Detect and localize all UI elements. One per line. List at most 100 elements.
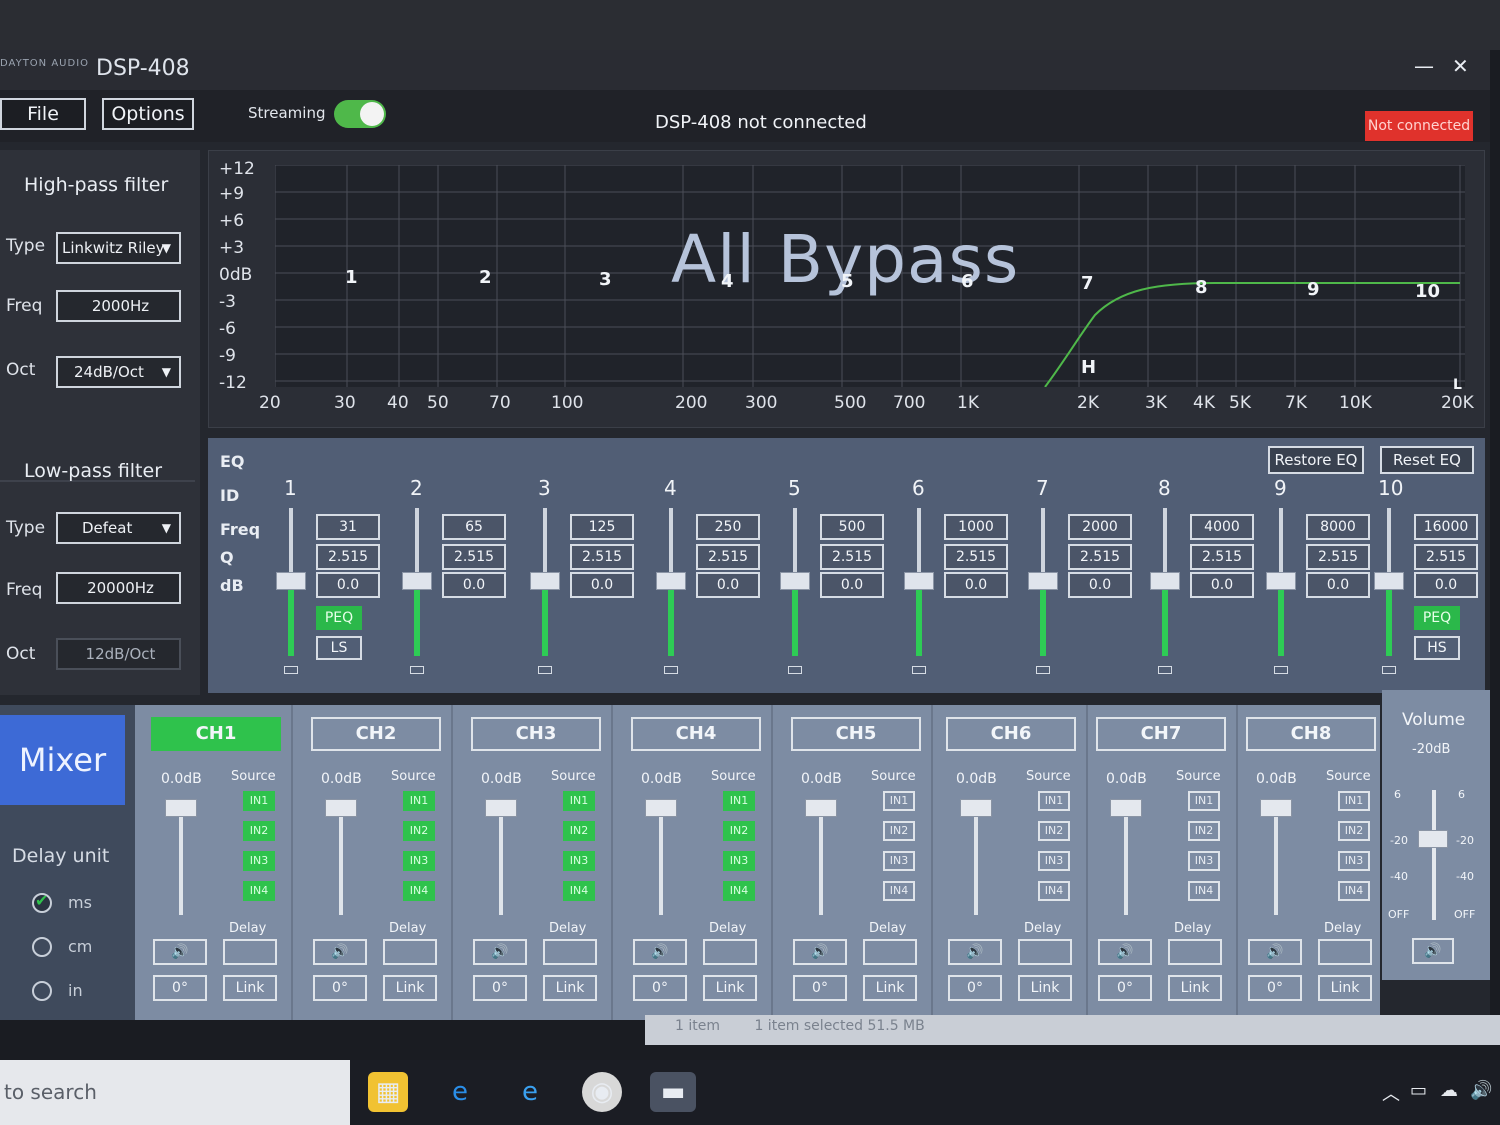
band-freq-input[interactable]: 31 <box>316 514 380 540</box>
source-in4-toggle[interactable]: IN4 <box>563 881 595 901</box>
band-gain-slider[interactable] <box>780 572 810 590</box>
volume-icon[interactable]: 🔊 <box>1470 1080 1492 1101</box>
band-freq-input[interactable]: 4000 <box>1190 514 1254 540</box>
band-marker[interactable]: 3 <box>599 269 612 290</box>
lowpass-marker[interactable]: L <box>1453 377 1462 393</box>
band-gain-slider[interactable] <box>530 572 560 590</box>
close-icon[interactable]: ✕ <box>1452 54 1469 78</box>
options-menu-button[interactable]: Options <box>102 98 194 130</box>
dsp-app-icon[interactable]: ▬ <box>650 1072 696 1112</box>
delay-input[interactable] <box>703 939 757 965</box>
source-in4-toggle[interactable]: IN4 <box>243 881 275 901</box>
phase-button[interactable]: 0° <box>633 975 687 1001</box>
band-marker[interactable]: 4 <box>721 271 734 292</box>
delay-input[interactable] <box>543 939 597 965</box>
source-in2-toggle[interactable]: IN2 <box>1188 821 1220 841</box>
source-in2-toggle[interactable]: IN2 <box>1038 821 1070 841</box>
source-in3-toggle[interactable]: IN3 <box>243 851 275 871</box>
band-q-input[interactable]: 2.515 <box>1414 544 1478 570</box>
band-marker[interactable]: 10 <box>1415 281 1440 302</box>
band-db-input[interactable]: 0.0 <box>1190 572 1254 598</box>
band-gain-slider[interactable] <box>656 572 686 590</box>
channel-select-button[interactable]: CH1 <box>151 717 281 751</box>
link-button[interactable]: Link <box>863 975 917 1001</box>
channel-select-button[interactable]: CH2 <box>311 717 441 751</box>
band-q-input[interactable]: 2.515 <box>696 544 760 570</box>
channel-gain-slider[interactable] <box>645 799 677 817</box>
channel-gain-slider[interactable] <box>1110 799 1142 817</box>
mute-button[interactable]: 🔊 <box>153 939 207 965</box>
mute-button[interactable]: 🔊 <box>313 939 367 965</box>
band-db-input[interactable]: 0.0 <box>1306 572 1370 598</box>
band-gain-slider[interactable] <box>1266 572 1296 590</box>
cloud-icon[interactable]: ☁ <box>1440 1080 1458 1101</box>
streaming-toggle[interactable] <box>334 100 386 128</box>
band-freq-input[interactable]: 8000 <box>1306 514 1370 540</box>
band-db-input[interactable]: 0.0 <box>1068 572 1132 598</box>
band-peq-button[interactable]: PEQ <box>316 606 362 630</box>
channel-gain-slider[interactable] <box>1260 799 1292 817</box>
delay-input[interactable] <box>1168 939 1222 965</box>
internet-explorer-icon[interactable]: e <box>510 1072 550 1112</box>
source-in1-toggle[interactable]: IN1 <box>403 791 435 811</box>
delay-input[interactable] <box>863 939 917 965</box>
link-button[interactable]: Link <box>1168 975 1222 1001</box>
chevron-up-icon[interactable]: ︿ <box>1382 1080 1400 1106</box>
source-in1-toggle[interactable]: IN1 <box>883 791 915 811</box>
band-q-input[interactable]: 2.515 <box>1068 544 1132 570</box>
band-freq-input[interactable]: 500 <box>820 514 884 540</box>
band-hs-button[interactable]: HS <box>1414 636 1460 660</box>
lowpass-freq-input[interactable]: 20000Hz <box>56 572 181 604</box>
channel-gain-slider[interactable] <box>485 799 517 817</box>
band-q-input[interactable]: 2.515 <box>944 544 1008 570</box>
phase-button[interactable]: 0° <box>313 975 367 1001</box>
mute-button[interactable]: 🔊 <box>1098 939 1152 965</box>
band-gain-slider[interactable] <box>904 572 934 590</box>
channel-gain-slider[interactable] <box>165 799 197 817</box>
band-gain-slider[interactable] <box>1374 572 1404 590</box>
band-gain-slider[interactable] <box>276 572 306 590</box>
source-in3-toggle[interactable]: IN3 <box>723 851 755 871</box>
source-in4-toggle[interactable]: IN4 <box>723 881 755 901</box>
band-freq-input[interactable]: 125 <box>570 514 634 540</box>
channel-select-button[interactable]: CH8 <box>1246 717 1376 751</box>
band-db-input[interactable]: 0.0 <box>820 572 884 598</box>
file-menu-button[interactable]: File <box>0 98 86 130</box>
source-in4-toggle[interactable]: IN4 <box>1188 881 1220 901</box>
source-in3-toggle[interactable]: IN3 <box>1338 851 1370 871</box>
band-gain-slider[interactable] <box>1028 572 1058 590</box>
reset-eq-button[interactable]: Reset EQ <box>1380 446 1474 474</box>
channel-gain-slider[interactable] <box>960 799 992 817</box>
source-in3-toggle[interactable]: IN3 <box>1188 851 1220 871</box>
band-db-input[interactable]: 0.0 <box>570 572 634 598</box>
source-in1-toggle[interactable]: IN1 <box>1338 791 1370 811</box>
source-in4-toggle[interactable]: IN4 <box>1338 881 1370 901</box>
source-in2-toggle[interactable]: IN2 <box>243 821 275 841</box>
mute-button[interactable]: 🔊 <box>1248 939 1302 965</box>
phase-button[interactable]: 0° <box>948 975 1002 1001</box>
delay-input[interactable] <box>223 939 277 965</box>
mute-button[interactable]: 🔊 <box>633 939 687 965</box>
band-gain-slider[interactable] <box>402 572 432 590</box>
channel-gain-slider[interactable] <box>805 799 837 817</box>
lowpass-type-select[interactable]: Defeat ▼ <box>56 512 181 544</box>
phase-button[interactable]: 0° <box>793 975 847 1001</box>
band-db-input[interactable]: 0.0 <box>1414 572 1478 598</box>
mute-button[interactable]: 🔊 <box>473 939 527 965</box>
band-marker[interactable]: 8 <box>1195 277 1208 298</box>
channel-select-button[interactable]: CH6 <box>946 717 1076 751</box>
delay-unit-radio-in[interactable] <box>32 981 52 1001</box>
band-marker[interactable]: 1 <box>345 267 358 288</box>
channel-select-button[interactable]: CH7 <box>1096 717 1226 751</box>
link-button[interactable]: Link <box>1018 975 1072 1001</box>
source-in3-toggle[interactable]: IN3 <box>403 851 435 871</box>
channel-select-button[interactable]: CH4 <box>631 717 761 751</box>
highpass-marker[interactable]: H <box>1081 357 1096 378</box>
source-in1-toggle[interactable]: IN1 <box>243 791 275 811</box>
channel-gain-slider[interactable] <box>325 799 357 817</box>
lowpass-oct-field[interactable]: 12dB/Oct <box>56 638 181 670</box>
band-q-input[interactable]: 2.515 <box>316 544 380 570</box>
band-freq-input[interactable]: 65 <box>442 514 506 540</box>
delay-input[interactable] <box>383 939 437 965</box>
source-in1-toggle[interactable]: IN1 <box>1038 791 1070 811</box>
